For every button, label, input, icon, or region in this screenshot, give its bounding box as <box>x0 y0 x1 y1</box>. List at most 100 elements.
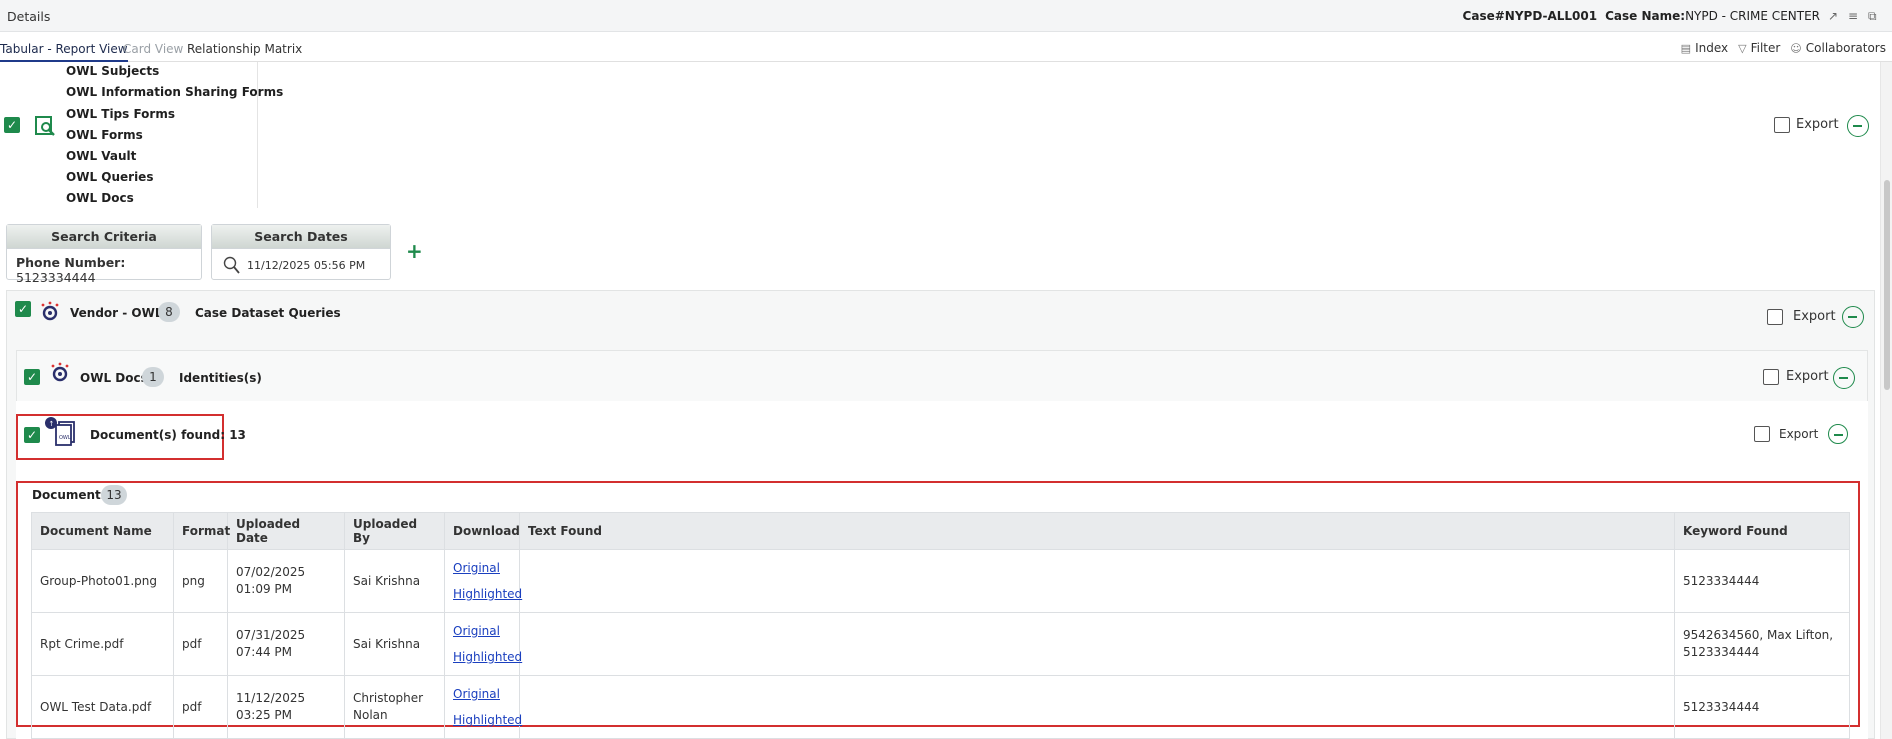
owl-docs-logo-icon <box>51 362 69 382</box>
text-found <box>519 549 1675 613</box>
phone-number-label: Phone Number: <box>16 255 126 270</box>
table-row: Group-Photo01.png png 07/02/2025 01:09 P… <box>31 549 1850 613</box>
sources-section: ✓ OWL Subjects OWL Information Sharing F… <box>0 62 1875 212</box>
column-header-document-name[interactable]: Document Name <box>31 512 174 550</box>
details-header: Details Case#NYPD-ALL001 Case Name:NYPD … <box>0 0 1892 32</box>
vendor-collapse-icon[interactable] <box>1842 306 1864 328</box>
download-cell: Original Highlighted <box>444 675 522 739</box>
column-header-uploaded-date[interactable]: Uploaded Date <box>227 512 345 550</box>
case-name: Case Name:NYPD - CRIME CENTER <box>1605 9 1820 23</box>
search-criteria-box: Search Criteria Phone Number: 5123334444 <box>6 224 202 285</box>
source-owl-tips-forms[interactable]: OWL Tips Forms <box>66 107 175 121</box>
collapse-icon[interactable] <box>1847 115 1869 137</box>
search-date-value: 11/12/2025 05:56 PM <box>247 258 366 272</box>
documents-table: Document Name Format Uploaded Date Uploa… <box>31 512 1850 739</box>
uploaded-date: 07/02/2025 01:09 PM <box>227 549 345 613</box>
uploaded-date: 07/31/2025 07:44 PM <box>227 612 345 676</box>
table-header-row: Document Name Format Uploaded Date Uploa… <box>31 512 1850 550</box>
collaborators-button[interactable]: ☺ Collaborators <box>1790 41 1886 55</box>
scrollbar-thumb[interactable] <box>1884 180 1890 390</box>
search-dates-box: Search Dates 11/12/2025 05:56 PM <box>211 224 391 280</box>
tab-tabular-report-view[interactable]: Tabular - Report View <box>0 42 128 62</box>
phone-number-value: 5123334444 <box>16 270 96 285</box>
tab-relationship-matrix[interactable]: Relationship Matrix <box>187 42 302 62</box>
uploaded-by: Christopher Nolan <box>344 675 445 739</box>
vendor-count-badge: 8 <box>158 302 180 322</box>
download-cell: Original Highlighted <box>444 549 522 613</box>
column-header-format[interactable]: Format <box>173 512 230 550</box>
source-owl-forms[interactable]: OWL Forms <box>66 128 143 142</box>
download-cell: Original Highlighted <box>444 612 522 676</box>
add-criteria-icon[interactable]: + <box>406 239 423 263</box>
keyword-found: 5123334444 <box>1674 675 1850 739</box>
column-header-uploaded-by[interactable]: Uploaded By <box>344 512 445 550</box>
vendor-export-label: Export <box>1793 309 1836 324</box>
highlighted-link[interactable]: Highlighted <box>453 707 522 733</box>
uploaded-date: 11/12/2025 03:25 PM <box>227 675 345 739</box>
documents-collapse-icon[interactable] <box>1828 424 1848 444</box>
svg-text:OWL: OWL <box>59 435 71 441</box>
original-link[interactable]: Original <box>453 618 511 644</box>
search-document-icon <box>35 116 55 136</box>
case-info: Case#NYPD-ALL001 Case Name:NYPD - CRIME … <box>1463 9 1880 23</box>
vertical-scrollbar[interactable] <box>1880 62 1892 739</box>
keyword-found: 5123334444 <box>1674 549 1850 613</box>
vendor-description: Case Dataset Queries <box>195 306 341 320</box>
source-owl-queries[interactable]: OWL Queries <box>66 170 153 184</box>
source-owl-vault[interactable]: OWL Vault <box>66 149 136 163</box>
text-found <box>519 675 1675 739</box>
column-header-download[interactable]: Download <box>444 512 520 550</box>
owl-docs-checkbox[interactable]: ✓ <box>24 369 40 385</box>
keyword-found: 9542634560, Max Lifton, 5123334444 <box>1674 612 1850 676</box>
page-title: Details <box>7 9 51 24</box>
owl-logo-icon <box>41 301 59 321</box>
sources-divider <box>257 62 258 208</box>
search-criteria-title: Search Criteria <box>7 225 201 249</box>
highlighted-link[interactable]: Highlighted <box>453 644 522 670</box>
vendor-name: Vendor - OWL <box>70 306 163 320</box>
documents-found-checkbox[interactable]: ✓ <box>24 427 40 443</box>
uploaded-by: Sai Krishna <box>344 549 445 613</box>
menu-icon[interactable]: ≡ <box>1848 10 1860 22</box>
vendor-export-checkbox[interactable] <box>1767 309 1783 325</box>
owl-document-icon: OWL ↑ <box>45 417 75 446</box>
external-link-icon[interactable]: ↗ <box>1828 10 1840 22</box>
document-format: pdf <box>173 675 228 739</box>
document-format: pdf <box>173 612 228 676</box>
index-button[interactable]: ▤ Index <box>1681 41 1728 55</box>
view-tabs: Tabular - Report View Card View Relation… <box>0 38 1892 62</box>
documents-found-label: Document(s) found: 13 <box>90 428 246 442</box>
filter-button[interactable]: ▽ Filter <box>1738 41 1780 55</box>
vendor-checkbox[interactable]: ✓ <box>15 301 31 317</box>
documents-export-label: Export <box>1779 427 1819 441</box>
documents-count-badge: 13 <box>101 485 127 505</box>
export-label: Export <box>1796 117 1839 132</box>
restore-window-icon[interactable]: ⧉ <box>1868 10 1880 22</box>
highlighted-link[interactable]: Highlighted <box>453 581 522 607</box>
source-owl-subjects[interactable]: OWL Subjects <box>66 64 159 78</box>
original-link[interactable]: Original <box>453 681 511 707</box>
source-owl-information-sharing-forms[interactable]: OWL Information Sharing Forms <box>66 85 283 99</box>
sources-checkbox[interactable]: ✓ <box>4 117 20 133</box>
document-name: Group-Photo01.png <box>31 549 174 613</box>
owl-docs-export-checkbox[interactable] <box>1763 369 1779 385</box>
documents-export-checkbox[interactable] <box>1754 426 1770 442</box>
source-owl-docs[interactable]: OWL Docs <box>66 191 134 205</box>
case-number: Case#NYPD-ALL001 <box>1462 9 1598 23</box>
column-header-text-found[interactable]: Text Found <box>519 512 1675 550</box>
document-name: Rpt Crime.pdf <box>31 612 174 676</box>
owl-docs-export-label: Export <box>1786 369 1829 384</box>
table-row: Rpt Crime.pdf pdf 07/31/2025 07:44 PM Sa… <box>31 612 1850 676</box>
document-name: OWL Test Data.pdf <box>31 675 174 739</box>
search-dates-title: Search Dates <box>212 225 390 249</box>
column-header-keyword-found[interactable]: Keyword Found <box>1674 512 1850 550</box>
svg-text:↑: ↑ <box>49 420 55 428</box>
users-icon: ☺ <box>1790 41 1802 55</box>
documents-title: Documents <box>32 488 108 502</box>
tab-card-view[interactable]: Card View <box>123 42 183 62</box>
export-checkbox[interactable] <box>1774 117 1790 133</box>
owl-docs-collapse-icon[interactable] <box>1833 367 1855 389</box>
original-link[interactable]: Original <box>453 555 511 581</box>
owl-docs-count-badge: 1 <box>142 367 164 387</box>
uploaded-by: Sai Krishna <box>344 612 445 676</box>
